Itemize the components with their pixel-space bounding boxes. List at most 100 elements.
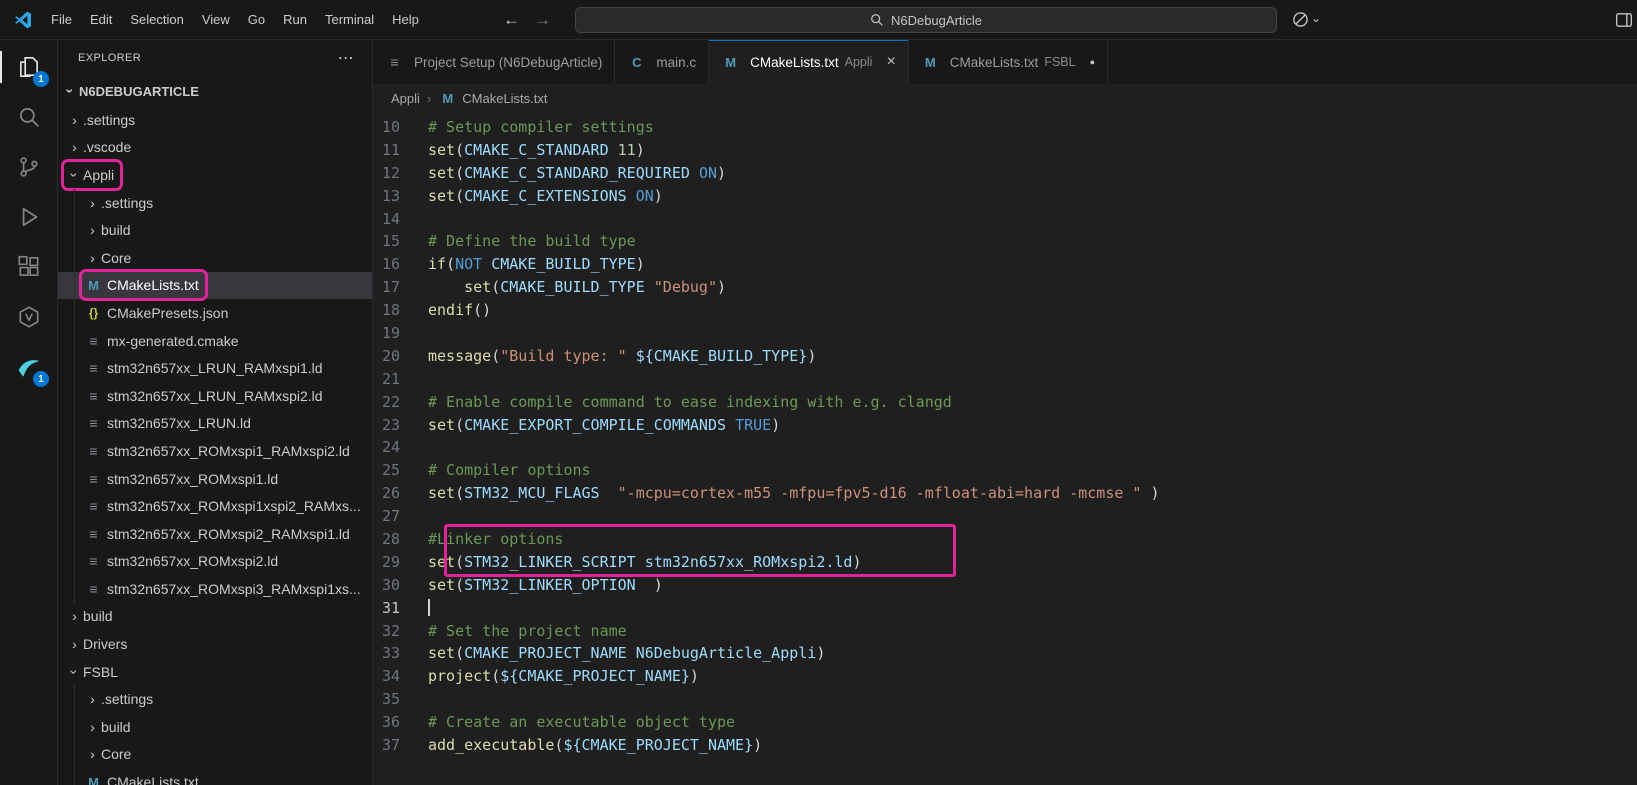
code-line-33[interactable]: 33 set(CMAKE_PROJECT_NAME N6DebugArticle_…	[373, 642, 1637, 665]
tree-item-stm32n657xx-lrun-ld[interactable]: ≡ stm32n657xx_LRUN.ld	[58, 409, 372, 438]
indent-guide	[74, 299, 75, 327]
tree-item-stm32n657xx-romxspi2-ramxspi1-ld[interactable]: ≡ stm32n657xx_ROMxspi2_RAMxspi1.ld	[58, 519, 372, 548]
st-extension-icon[interactable]	[0, 292, 57, 342]
tree-item-settings[interactable]: › .settings	[58, 106, 372, 134]
tree-item-stm32n657xx-romxspi1xspi2-ramxs[interactable]: ≡ stm32n657xx_ROMxspi1xspi2_RAMxs...	[58, 492, 372, 520]
menu-help[interactable]: Help	[383, 8, 428, 31]
source-control-icon[interactable]	[0, 142, 57, 192]
code-line-26[interactable]: 26 set(STM32_MCU_FLAGS "-mcpu=cortex-m55 …	[373, 482, 1637, 505]
explorer-icon[interactable]: 1	[0, 42, 57, 92]
code-line-30[interactable]: 30 set(STM32_LINKER_OPTION )	[373, 574, 1637, 597]
project-root[interactable]: › N6DEBUGARTICLE	[58, 76, 372, 106]
command-center-text: N6DebugArticle	[890, 12, 983, 28]
code-line-29[interactable]: 29 set(STM32_LINKER_SCRIPT stm32n657xx_RO…	[373, 551, 1637, 574]
tree-item-settings[interactable]: › .settings	[58, 685, 372, 714]
back-arrow-icon[interactable]: ←	[503, 10, 520, 30]
code-line-27[interactable]: 27	[373, 505, 1637, 528]
tree-item-vscode[interactable]: › .vscode	[58, 134, 372, 162]
tab-cmakelists-txt-fsbl[interactable]: M CMakeLists.txt FSBL ●	[908, 40, 1109, 84]
indent-guide	[74, 216, 75, 244]
code-line-36[interactable]: 36 # Create an executable object type	[373, 711, 1637, 734]
menu-selection[interactable]: Selection	[121, 8, 192, 31]
code-line-21[interactable]: 21	[373, 368, 1637, 391]
tree-item-appli[interactable]: › Appli	[58, 158, 372, 191]
tree-item-stm32n657xx-romxspi3-ramxspi1xs[interactable]: ≡ stm32n657xx_ROMxspi3_RAMxspi1xs...	[58, 575, 372, 603]
code-line-25[interactable]: 25 # Compiler options	[373, 459, 1637, 482]
command-center-search[interactable]: N6DebugArticle	[575, 7, 1277, 33]
profile-icon[interactable]	[1292, 11, 1309, 28]
code-line-22[interactable]: 22 # Enable compile command to ease index…	[373, 391, 1637, 414]
code-line-19[interactable]: 19	[373, 322, 1637, 345]
code-line-34[interactable]: 34 project(${CMAKE_PROJECT_NAME})	[373, 665, 1637, 688]
code-line-11[interactable]: 11 set(CMAKE_C_STANDARD 11)	[373, 139, 1637, 162]
menu-view[interactable]: View	[193, 8, 239, 31]
explorer-sidebar: EXPLORER ⋯ › N6DEBUGARTICLE › .settings ›.…	[58, 40, 373, 785]
code-line-31[interactable]: 31	[373, 597, 1637, 620]
indent-guide	[74, 740, 75, 769]
tab-main-c[interactable]: Cmain.c	[615, 40, 710, 84]
indent-guide	[74, 575, 75, 603]
code-line-20[interactable]: 20 message("Build type: " ${CMAKE_BUILD_T…	[373, 345, 1637, 368]
code-line-35[interactable]: 35	[373, 688, 1637, 711]
code-line-32[interactable]: 32 # Set the project name	[373, 620, 1637, 643]
chevron-icon: ›	[90, 746, 95, 763]
menu-file[interactable]: File	[42, 8, 81, 31]
tree-item-label: Core	[101, 249, 132, 266]
code-line-18[interactable]: 18 endif()	[373, 299, 1637, 322]
tree-item-cmakepresets-json[interactable]: {} CMakePresets.json	[58, 299, 372, 327]
menu-go[interactable]: Go	[239, 8, 274, 31]
tree-item-label: stm32n657xx_ROMxspi2.ld	[107, 553, 279, 570]
tree-item-build[interactable]: › build	[58, 713, 372, 741]
tree-item-stm32n657xx-romxspi1-ld[interactable]: ≡ stm32n657xx_ROMxspi1.ld	[58, 464, 372, 493]
search-sidebar-icon[interactable]	[0, 92, 57, 142]
chevron-icon: ›	[72, 636, 77, 653]
tab-cmakelists-txt-appli[interactable]: M CMakeLists.txt Appli ×	[709, 40, 909, 84]
tree-item-stm32n657xx-romxspi2-ld[interactable]: ≡ stm32n657xx_ROMxspi2.ld	[58, 547, 372, 576]
tree-item-fsbl[interactable]: › FSBL	[58, 658, 372, 686]
run-debug-icon[interactable]	[0, 192, 57, 242]
menu-run[interactable]: Run	[274, 8, 316, 31]
code-line-23[interactable]: 23 set(CMAKE_EXPORT_COMPILE_COMMANDS TRUE…	[373, 414, 1637, 437]
code-line-16[interactable]: 16 if(NOT CMAKE_BUILD_TYPE)	[373, 253, 1637, 276]
layout-panel-icon[interactable]	[1615, 0, 1633, 39]
code-line-15[interactable]: 15 # Define the build type	[373, 230, 1637, 253]
indent-guide	[74, 326, 75, 355]
line-number: 18	[381, 301, 400, 320]
code-line-14[interactable]: 14	[373, 208, 1637, 231]
modified-dot-icon[interactable]: ●	[1090, 57, 1095, 67]
tree-item-mx-generated-cmake[interactable]: ≡ mx-generated.cmake	[58, 326, 372, 355]
code-line-24[interactable]: 24	[373, 436, 1637, 459]
forward-arrow-icon[interactable]: →	[534, 10, 551, 30]
tree-item-core[interactable]: › Core	[58, 740, 372, 769]
breadcrumb-folder[interactable]: Appli	[391, 91, 420, 106]
menu-terminal[interactable]: Terminal	[316, 8, 383, 31]
extensions-icon[interactable]	[0, 242, 57, 292]
code-line-28[interactable]: 28 #Linker options	[373, 528, 1637, 551]
tree-item-core[interactable]: › Core	[58, 243, 372, 272]
menu-edit[interactable]: Edit	[81, 8, 121, 31]
breadcrumb-file[interactable]: CMakeLists.txt	[462, 91, 547, 106]
indent-guide	[74, 464, 75, 493]
close-icon[interactable]: ×	[886, 54, 895, 70]
tree-item-stm32n657xx-romxspi1-ramxspi2-ld[interactable]: ≡ stm32n657xx_ROMxspi1_RAMxspi2.ld	[58, 437, 372, 465]
tree-item-cmakelists-txt[interactable]: M CMakeLists.txt	[58, 269, 372, 302]
stm32cube-icon[interactable]: 1	[0, 342, 57, 392]
code-line-10[interactable]: 10 # Setup compiler settings	[373, 116, 1637, 139]
tree-item-build[interactable]: › build	[58, 216, 372, 244]
code-line-17[interactable]: 17 set(CMAKE_BUILD_TYPE "Debug")	[373, 276, 1637, 299]
tab-project-setup-n6debugarticle[interactable]: ≡ Project Setup (N6DebugArticle)	[373, 40, 616, 84]
tab-label: Project Setup (N6DebugArticle)	[414, 54, 603, 70]
tree-item-drivers[interactable]: › Drivers	[58, 630, 372, 658]
code-line-13[interactable]: 13 set(CMAKE_C_EXTENSIONS ON)	[373, 185, 1637, 208]
code-line-37[interactable]: 37 add_executable(${CMAKE_PROJECT_NAME})	[373, 734, 1637, 757]
tree-item-cmakelists-txt[interactable]: M CMakeLists.txt	[58, 768, 372, 785]
tree-item-label: Appli	[83, 166, 115, 183]
tree-item-stm32n657xx-lrun-ramxspi1-ld[interactable]: ≡ stm32n657xx_LRUN_RAMxspi1.ld	[58, 354, 372, 382]
chevron-down-icon[interactable]: ⌄	[1311, 11, 1321, 25]
tree-item-build[interactable]: › build	[58, 603, 372, 631]
tree-item-stm32n657xx-lrun-ramxspi2-ld[interactable]: ≡ stm32n657xx_LRUN_RAMxspi2.ld	[58, 381, 372, 410]
text-file-icon: ≡	[89, 332, 98, 349]
more-actions-icon[interactable]: ⋯	[338, 48, 354, 68]
tree-item-settings[interactable]: › .settings	[58, 188, 372, 217]
code-line-12[interactable]: 12 set(CMAKE_C_STANDARD_REQUIRED ON)	[373, 162, 1637, 185]
